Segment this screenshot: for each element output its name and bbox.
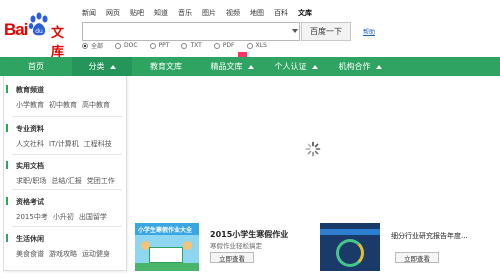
promo-subtitle: 寒假作业轻松搞定 (210, 242, 262, 250)
radio-dot-icon (149, 42, 156, 49)
radio-dot-icon (213, 42, 220, 49)
baidu-paw-icon: du (28, 12, 48, 36)
topnav-tieba[interactable]: 贴吧 (130, 8, 144, 18)
category-marker (6, 85, 8, 93)
main-nav: 首页 分类 教育文库 精品文库 个人认证 机构合作 (0, 57, 500, 76)
logo-du-text: du (35, 28, 43, 35)
category-link[interactable]: 游戏攻略 (49, 250, 77, 258)
nav-home[interactable]: 首页 (0, 57, 72, 76)
category-marker (6, 124, 8, 132)
promo-title[interactable]: 细分行业研究报告年度... (391, 231, 497, 241)
category-link[interactable]: 运动健身 (82, 250, 110, 258)
divider (12, 154, 122, 155)
divider (12, 116, 122, 117)
nav-institution[interactable]: 机构合作 (328, 57, 392, 76)
category-link[interactable]: 党团工作 (87, 177, 115, 185)
nav-education[interactable]: 教育文库 (132, 57, 200, 76)
category-link[interactable]: 美食食谱 (16, 250, 44, 258)
baidu-wenku-logo[interactable]: Bai du 文库 (4, 10, 76, 60)
filetype-doc-radio[interactable]: DOC (115, 41, 138, 50)
grass-illustration (135, 263, 199, 271)
category-link[interactable]: 出国留学 (79, 213, 107, 221)
topnav-map[interactable]: 地图 (250, 8, 264, 18)
category-link[interactable]: 2015中考 (16, 213, 48, 221)
banner-header (320, 229, 380, 235)
topnav-news[interactable]: 新闻 (82, 8, 96, 18)
caret-up-icon (311, 64, 318, 69)
caret-up-icon (375, 64, 382, 69)
category-link[interactable]: IT/计算机 (49, 140, 79, 148)
caret-up-icon (109, 64, 116, 69)
category-link[interactable]: 小学教育 (16, 101, 44, 109)
category-marker (6, 161, 8, 169)
category-marker (6, 197, 8, 205)
view-now-button[interactable]: 立即查看 (395, 252, 439, 263)
radio-dot-icon (82, 42, 88, 49)
filetype-pdf-radio[interactable]: PDF (213, 41, 235, 50)
category-link[interactable]: 初中教育 (49, 101, 77, 109)
ring-graphic (336, 239, 364, 267)
category-link[interactable]: 工程科技 (84, 140, 112, 148)
filetype-ppt-radio[interactable]: PPT (149, 41, 169, 50)
divider (12, 189, 122, 190)
top-product-nav: 新闻 网页 贴吧 知道 音乐 图片 视频 地图 百科 文库 (82, 8, 322, 18)
category-link[interactable]: 求职/职场 (16, 177, 46, 185)
category-link[interactable]: 高中教育 (82, 101, 110, 109)
caret-up-icon (247, 64, 254, 69)
category-marker (6, 234, 8, 242)
radio-dot-icon (246, 42, 253, 49)
search-button[interactable]: 百度一下 (301, 22, 351, 41)
topnav-zhidao[interactable]: 知道 (154, 8, 168, 18)
nav-premium[interactable]: 精品文库 (200, 57, 264, 76)
view-now-button[interactable]: 立即查看 (210, 252, 254, 263)
topnav-baike[interactable]: 百科 (274, 8, 288, 18)
filetype-txt-radio[interactable]: TXT (181, 41, 202, 50)
topnav-images[interactable]: 图片 (202, 8, 216, 18)
winter-homework-banner[interactable]: 小学生寒假作业大全 (135, 223, 199, 271)
topnav-video[interactable]: 视频 (226, 8, 240, 18)
radio-dot-icon (115, 42, 122, 49)
category-menu: 教育频道 小学教育 初中教育 高中教育 专业资料 人文社科 IT/计算机 工程科技 实用… (3, 76, 127, 271)
logo-wenku-text: 文库 (51, 26, 65, 60)
radio-dot-icon (181, 42, 188, 49)
promo-title[interactable]: 2015小学生寒假作业 (210, 229, 288, 240)
filetype-xls-radio[interactable]: XLS (246, 41, 267, 50)
nav-personal-cert[interactable]: 个人认证 (264, 57, 328, 76)
filetype-filter: 全部 DOC PPT TXT PDF XLS (82, 41, 279, 50)
child-illustration (183, 241, 192, 250)
help-link[interactable]: 帮助 (363, 27, 375, 36)
category-link[interactable]: 小升初 (53, 213, 74, 221)
logo-bai-text: Bai (4, 20, 28, 39)
topnav-web[interactable]: 网页 (106, 8, 120, 18)
search-input[interactable] (82, 22, 300, 41)
book-illustration (149, 247, 183, 263)
nav-category[interactable]: 分类 (72, 57, 132, 76)
topnav-music[interactable]: 音乐 (178, 8, 192, 18)
banner-title: 小学生寒假作业大全 (138, 227, 193, 234)
loading-spinner-icon (305, 141, 321, 157)
category-link[interactable]: 总结/汇报 (51, 177, 81, 185)
topnav-wenku[interactable]: 文库 (298, 8, 312, 18)
category-link[interactable]: 人文社科 (16, 140, 44, 148)
filetype-all-radio[interactable]: 全部 (82, 41, 103, 50)
industry-report-banner[interactable] (320, 223, 380, 271)
search-suggest-dropdown-icon[interactable] (292, 29, 298, 33)
divider (12, 226, 122, 227)
